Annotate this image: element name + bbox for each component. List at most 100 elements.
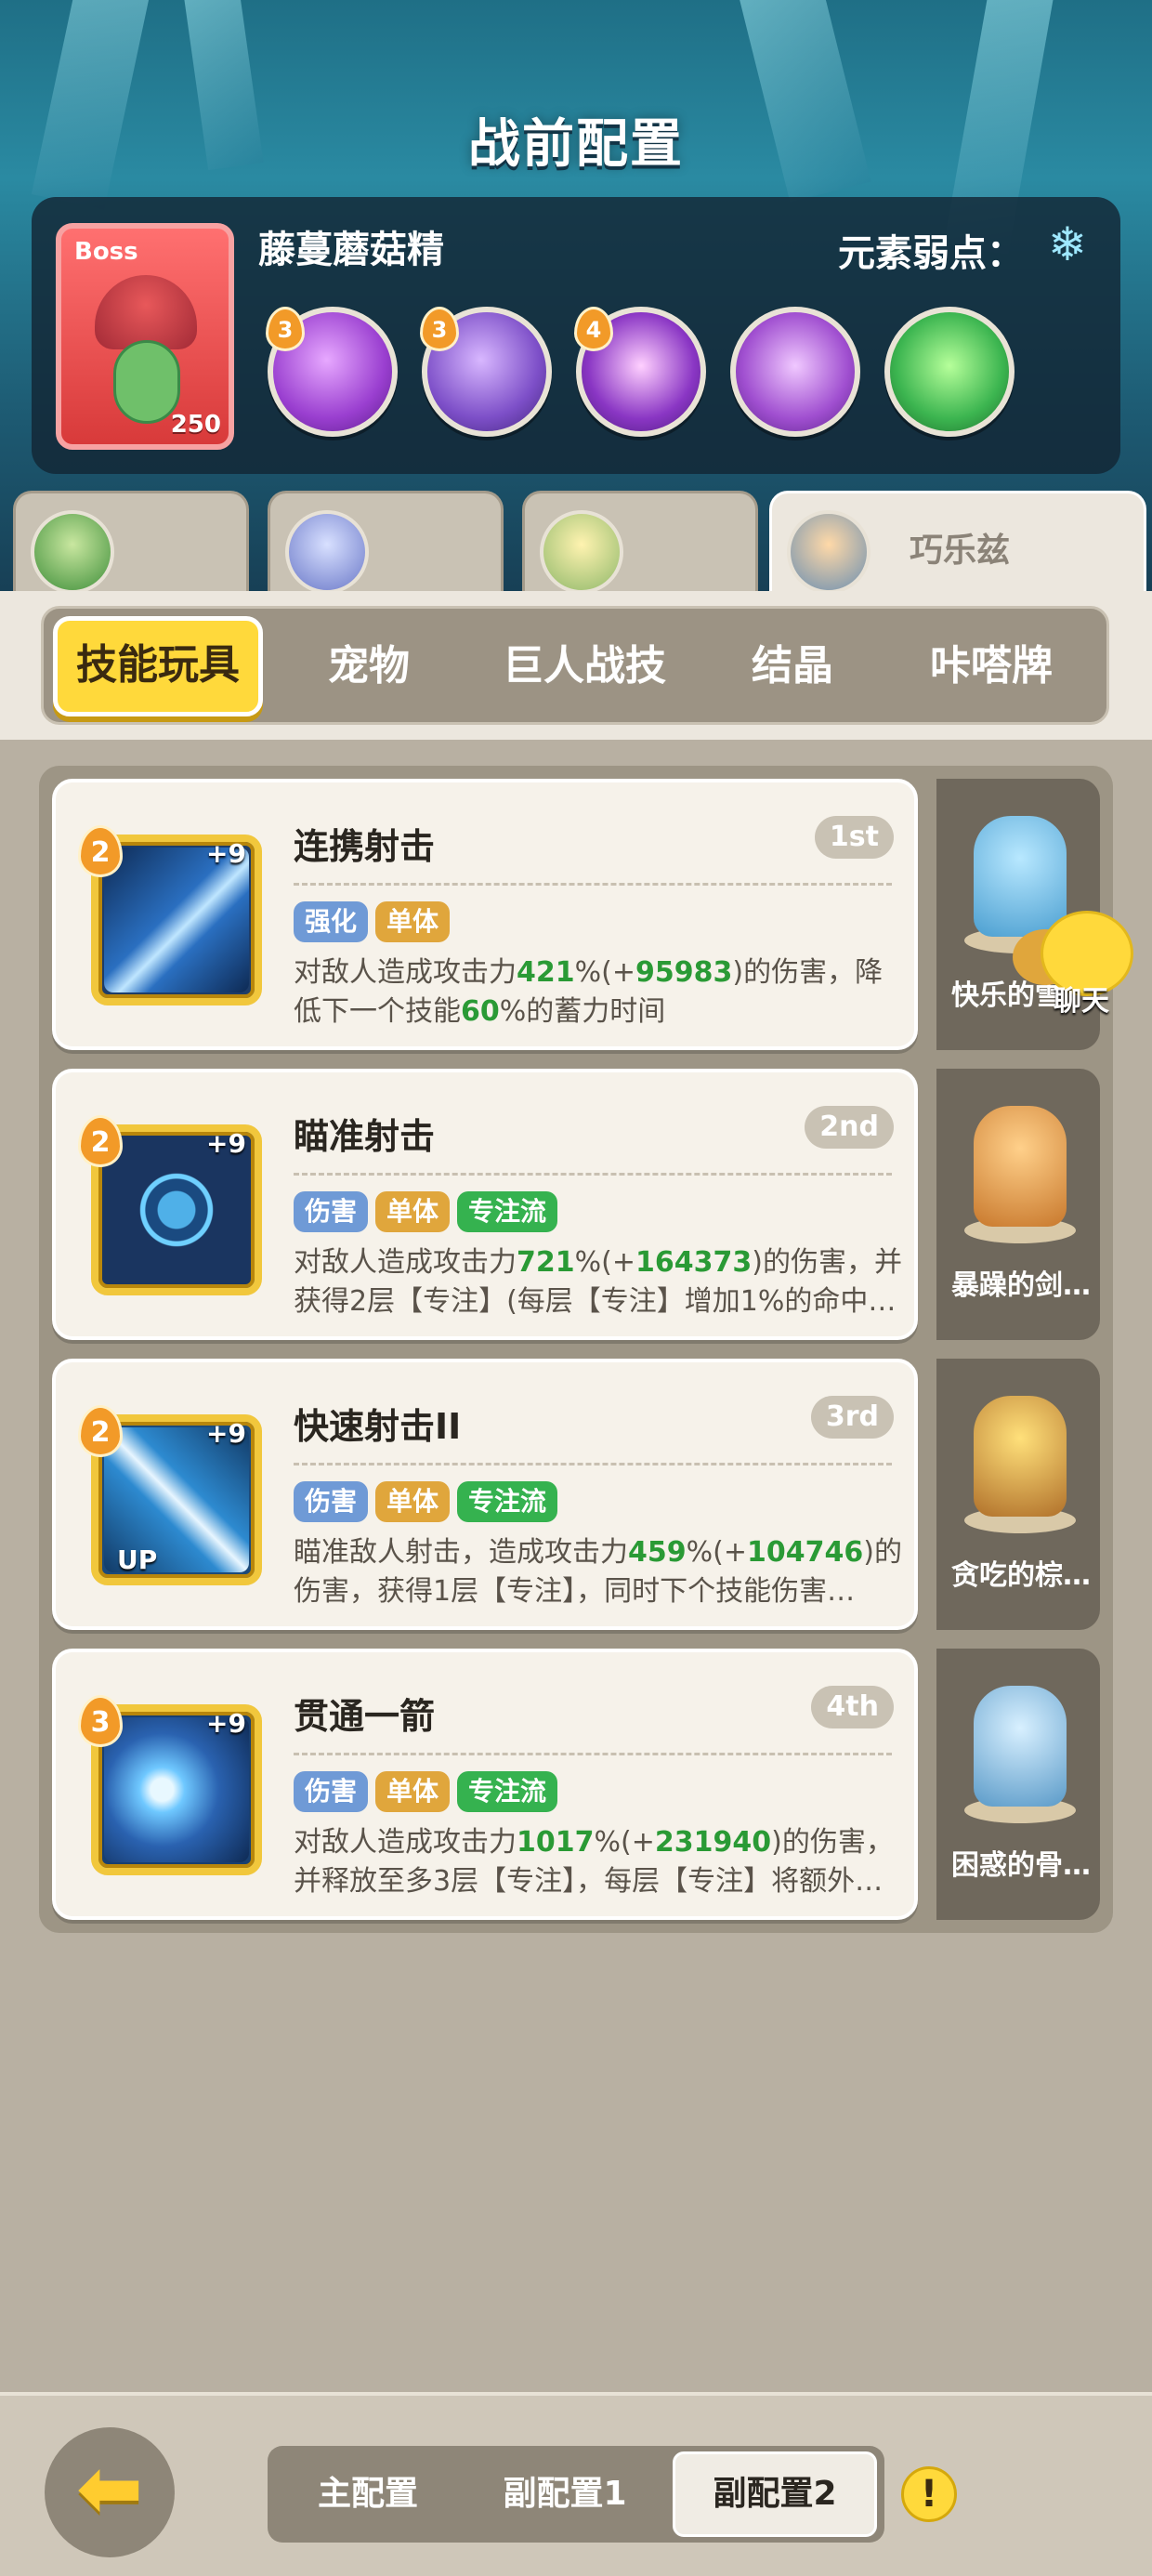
skill-rank: 4th [811, 1686, 894, 1728]
crosshair-icon [104, 1137, 249, 1282]
pet-art [974, 1686, 1067, 1807]
skill-desc-text: %的蓄力时间 [499, 995, 666, 1028]
skill-desc-value: 721 [517, 1246, 575, 1279]
pet-name: 贪吃的棕… [951, 1559, 1091, 1592]
skill-description: 瞄准敌人射击，造成攻击力459%(+104746)的伤害，获得1层【专注】，同时… [294, 1533, 907, 1623]
skill-desc-value: 1017 [517, 1826, 595, 1859]
skill-rank: 1st [814, 816, 894, 859]
snowflake-icon: ❄ [1048, 217, 1087, 271]
chat-label: 聊天 [1054, 985, 1109, 1018]
skill-description: 对敌人造成攻击力721%(+164373)的伤害，并获得2层【专注】(每层【专注… [294, 1243, 907, 1333]
skill-rank: 2nd [805, 1106, 894, 1149]
avatar [540, 510, 623, 594]
skill-description: 对敌人造成攻击力1017%(+231940)的伤害，并释放至多3层【专注】，每层… [294, 1823, 907, 1912]
skill-rank: 3rd [810, 1396, 894, 1439]
skill-name: 快速射击II [294, 1406, 462, 1447]
avatar [31, 510, 114, 594]
skill-plus: +9 [206, 1128, 246, 1159]
tab-crystals[interactable]: 结晶 [709, 616, 876, 716]
pet-art [974, 816, 1067, 937]
pet-art [974, 1106, 1067, 1227]
avatar [787, 510, 871, 594]
page-title: 战前配置 [468, 114, 684, 175]
skill-row: 3 +9 贯通一箭 4th 伤害 单体 专注流 对敌人造成攻击力1017%(+2… [52, 1649, 1100, 1920]
tab-giant-skills[interactable]: 巨人战技 [473, 616, 696, 716]
skill-tags: 伤害 单体 专注流 [294, 1191, 558, 1232]
config-sub2[interactable]: 副配置2 [673, 2451, 877, 2537]
skill-plus: +9 [206, 1418, 246, 1449]
skill-row: 2 +9 瞄准射击 2nd 伤害 单体 专注流 对敌人造成攻击力721%(+16… [52, 1069, 1100, 1340]
warning-icon[interactable]: ! [901, 2466, 957, 2522]
tab-click-cards[interactable]: 咔嗒牌 [880, 616, 1103, 716]
category-tabs: 技能玩具 宠物 巨人战技 结晶 咔嗒牌 [41, 606, 1109, 725]
skill-card[interactable]: 3 +9 贯通一箭 4th 伤害 单体 专注流 对敌人造成攻击力1017%(+2… [52, 1649, 918, 1920]
divider [294, 883, 892, 886]
boss-skill-level: 3 [266, 307, 305, 351]
boss-tag: Boss [74, 238, 138, 266]
category-tabs-area: 技能玩具 宠物 巨人战技 结晶 咔嗒牌 [0, 591, 1152, 740]
character-tab[interactable] [13, 491, 249, 594]
skill-desc-value: 95983 [635, 956, 733, 989]
skill-tag: 伤害 [294, 1191, 369, 1232]
divider [294, 1753, 892, 1755]
character-tab[interactable] [268, 491, 504, 594]
skill-desc-text: 对敌人造成攻击力 [294, 1826, 517, 1859]
divider [294, 1463, 892, 1465]
boss-name: 藤蔓蘑菇精 [258, 229, 444, 271]
boss-skill-level: 3 [420, 307, 459, 351]
avatar [285, 510, 369, 594]
skill-tag: 伤害 [294, 1481, 369, 1522]
skill-desc-text: 对敌人造成攻击力 [294, 1246, 517, 1279]
skill-level-badge: 2 [78, 1405, 123, 1457]
skill-card[interactable]: 2 +9 连携射击 1st 强化 单体 对敌人造成攻击力421%(+95983)… [52, 779, 918, 1050]
skill-tags: 伤害 单体 专注流 [294, 1771, 558, 1812]
divider [294, 1173, 892, 1176]
skill-tag: 单体 [375, 1191, 451, 1232]
boss-skill-orb[interactable] [884, 307, 1015, 437]
skill-desc-text: %(+ [574, 956, 635, 989]
tab-pets[interactable]: 宠物 [285, 616, 452, 716]
skill-tag: 伤害 [294, 1771, 369, 1812]
skill-level-badge: 2 [78, 825, 123, 877]
skill-plus: +9 [206, 838, 246, 869]
character-tab-active[interactable]: 巧乐兹 [769, 491, 1146, 594]
skill-level-badge: 3 [78, 1695, 123, 1747]
config-sub1[interactable]: 副配置1 [472, 2451, 658, 2537]
config-selector: 主配置 副配置1 副配置2 [268, 2446, 884, 2543]
arrow-burst-icon [104, 848, 249, 992]
skill-tag: 专注流 [457, 1481, 558, 1522]
upgrade-badge: UP [117, 1544, 158, 1575]
pet-slot[interactable]: 暴躁的剑… [936, 1069, 1100, 1340]
skill-plus: +9 [206, 1708, 246, 1739]
bottom-bar: ⬅ 主配置 副配置1 副配置2 ! [0, 2392, 1152, 2576]
skill-card[interactable]: 2 +9 瞄准射击 2nd 伤害 单体 专注流 对敌人造成攻击力721%(+16… [52, 1069, 918, 1340]
skill-tag: 专注流 [457, 1771, 558, 1812]
skill-card[interactable]: 2 +9 UP 快速射击II 3rd 伤害 单体 专注流 瞄准敌人射击，造成攻击… [52, 1359, 918, 1630]
pet-name: 困惑的骨… [951, 1849, 1091, 1882]
character-tab[interactable] [522, 491, 758, 594]
skill-desc-value: 164373 [635, 1246, 753, 1279]
config-main[interactable]: 主配置 [275, 2451, 461, 2537]
tab-skill-toys[interactable]: 技能玩具 [53, 616, 263, 716]
skill-desc-value: 60 [461, 995, 500, 1028]
skill-level-badge: 2 [78, 1115, 123, 1167]
skill-name: 贯通一箭 [294, 1696, 436, 1737]
skill-desc-text: 瞄准敌人射击，造成攻击力 [294, 1536, 628, 1569]
boss-portrait[interactable]: Boss 250 [56, 223, 234, 450]
skill-tags: 伤害 单体 专注流 [294, 1481, 558, 1522]
boss-info-panel: Boss 250 藤蔓蘑菇精 元素弱点： ❄ 3 3 4 [32, 197, 1120, 474]
boss-skill-orb[interactable]: 3 [420, 307, 552, 437]
skill-desc-value: 421 [517, 956, 575, 989]
boss-skill-orb[interactable]: 3 [266, 307, 398, 437]
boss-skill-orb[interactable] [730, 307, 860, 437]
skill-desc-text: 对敌人造成攻击力 [294, 956, 517, 989]
piercing-arrow-icon [104, 1717, 249, 1862]
skill-desc-value: 459 [628, 1536, 687, 1569]
skill-list: 2 +9 连携射击 1st 强化 单体 对敌人造成攻击力421%(+95983)… [39, 766, 1113, 1933]
boss-skill-orb[interactable]: 4 [574, 307, 706, 437]
pet-slot[interactable]: 贪吃的棕… [936, 1359, 1100, 1630]
skill-description: 对敌人造成攻击力421%(+95983)的伤害，降低下一个技能60%的蓄力时间 [294, 953, 907, 1043]
back-arrow-icon[interactable]: ⬅ [45, 2427, 175, 2557]
skill-desc-value: 104746 [746, 1536, 864, 1569]
pet-slot[interactable]: 困惑的骨… [936, 1649, 1100, 1920]
